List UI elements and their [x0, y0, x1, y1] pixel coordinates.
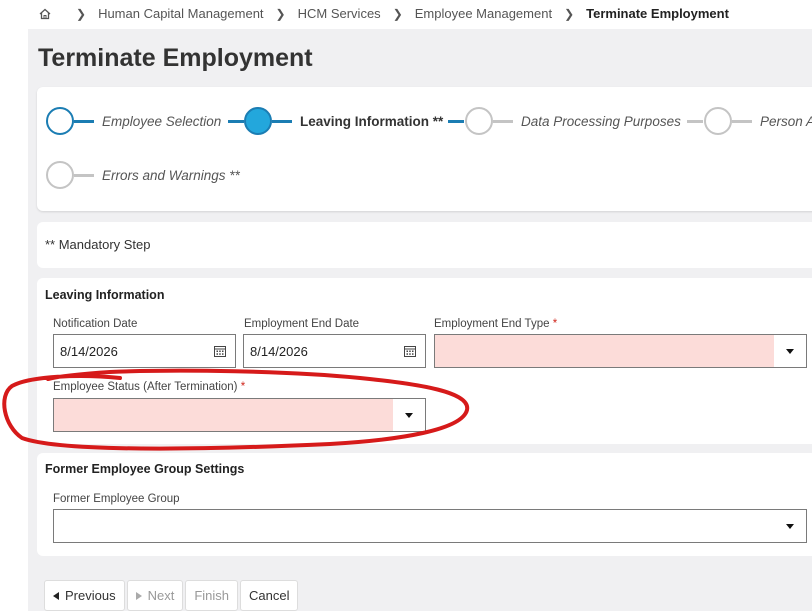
section-title: Former Employee Group Settings: [45, 462, 245, 476]
train-step-node-data-processing[interactable]: [465, 107, 493, 135]
employment-end-date-value: 8/14/2026: [250, 344, 308, 359]
former-employee-group-label: Former Employee Group: [53, 493, 180, 505]
train-connector: [74, 174, 94, 177]
cancel-button-label: Cancel: [249, 588, 290, 603]
dropdown-button[interactable]: [774, 510, 806, 542]
former-employee-group-select[interactable]: [53, 509, 807, 543]
chevron-right-icon: ❯: [275, 6, 286, 21]
section-title: Leaving Information: [45, 288, 165, 302]
mandatory-note: ** Mandatory Step: [45, 237, 151, 252]
notification-date-field[interactable]: 8/14/2026: [53, 334, 236, 368]
chevron-right-icon: ❯: [76, 6, 87, 21]
mandatory-note-panel: ** Mandatory Step: [37, 222, 812, 268]
breadcrumb-item[interactable]: Human Capital Management: [98, 6, 263, 21]
employment-end-date-field[interactable]: 8/14/2026: [243, 334, 426, 368]
chevron-right-icon: [135, 591, 142, 600]
chevron-down-icon: [405, 412, 413, 418]
left-gutter: [0, 29, 28, 611]
next-button[interactable]: Next: [126, 580, 184, 611]
chevron-right-icon: ❯: [564, 6, 575, 21]
former-employee-group-section: Former Employee Group Settings Former Em…: [37, 453, 812, 556]
previous-button-label: Previous: [65, 588, 116, 603]
page-title: Terminate Employment: [38, 44, 313, 72]
employment-end-date-label: Employment End Date: [244, 318, 360, 330]
employee-status-label: Employee Status (After Termination) *: [53, 381, 246, 393]
required-asterisk: *: [552, 318, 558, 330]
leaving-information-section: Leaving Information Notification Date 8/…: [37, 278, 812, 444]
notification-date-label: Notification Date: [53, 318, 138, 330]
breadcrumb-item[interactable]: HCM Services: [298, 6, 381, 21]
breadcrumb: ❯ Human Capital Management ❯ HCM Service…: [38, 6, 729, 21]
process-train: Employee Selection Leaving Information *…: [37, 87, 812, 211]
train-step-person-a[interactable]: Person A: [760, 114, 812, 129]
cancel-button[interactable]: Cancel: [240, 580, 299, 611]
previous-button[interactable]: Previous: [44, 580, 125, 611]
finish-button-label: Finish: [194, 588, 229, 603]
next-button-label: Next: [147, 588, 175, 603]
dropdown-button[interactable]: [774, 335, 806, 367]
employee-status-select[interactable]: [53, 398, 426, 432]
dropdown-button[interactable]: [393, 399, 425, 431]
train-connector: [272, 120, 292, 123]
train-step-node-employee-selection[interactable]: [46, 107, 74, 135]
employment-end-type-select[interactable]: [434, 334, 807, 368]
train-connector: [74, 120, 94, 123]
train-connector: [448, 120, 464, 123]
train-step-node-person-a[interactable]: [704, 107, 732, 135]
train-connector: [228, 120, 244, 123]
chevron-right-icon: ❯: [392, 6, 403, 21]
train-step-employee-selection[interactable]: Employee Selection: [102, 114, 221, 129]
train-connector: [687, 120, 703, 123]
breadcrumb-item[interactable]: Employee Management: [415, 6, 552, 21]
train-step-leaving-information[interactable]: Leaving Information **: [300, 114, 443, 129]
required-asterisk: *: [240, 381, 246, 393]
chevron-down-icon: [786, 523, 794, 529]
home-icon[interactable]: [38, 7, 52, 21]
button-bar: Previous Next Finish Cancel: [44, 580, 299, 611]
train-step-node-leaving-information[interactable]: [244, 107, 272, 135]
chevron-left-icon: [53, 591, 59, 600]
finish-button[interactable]: Finish: [185, 580, 238, 611]
train-connector: [732, 120, 752, 123]
train-step-errors-warnings[interactable]: Errors and Warnings **: [102, 168, 240, 183]
train-connector: [493, 120, 513, 123]
train-step-node-errors-warnings[interactable]: [46, 161, 74, 189]
train-step-data-processing[interactable]: Data Processing Purposes: [521, 114, 681, 129]
top-bar: ❯ Human Capital Management ❯ HCM Service…: [0, 0, 812, 29]
employment-end-type-label: Employment End Type *: [434, 318, 558, 330]
calendar-icon[interactable]: [404, 345, 416, 357]
breadcrumb-current: Terminate Employment: [586, 6, 729, 21]
chevron-down-icon: [786, 348, 794, 354]
notification-date-value: 8/14/2026: [60, 344, 118, 359]
calendar-icon[interactable]: [214, 345, 226, 357]
